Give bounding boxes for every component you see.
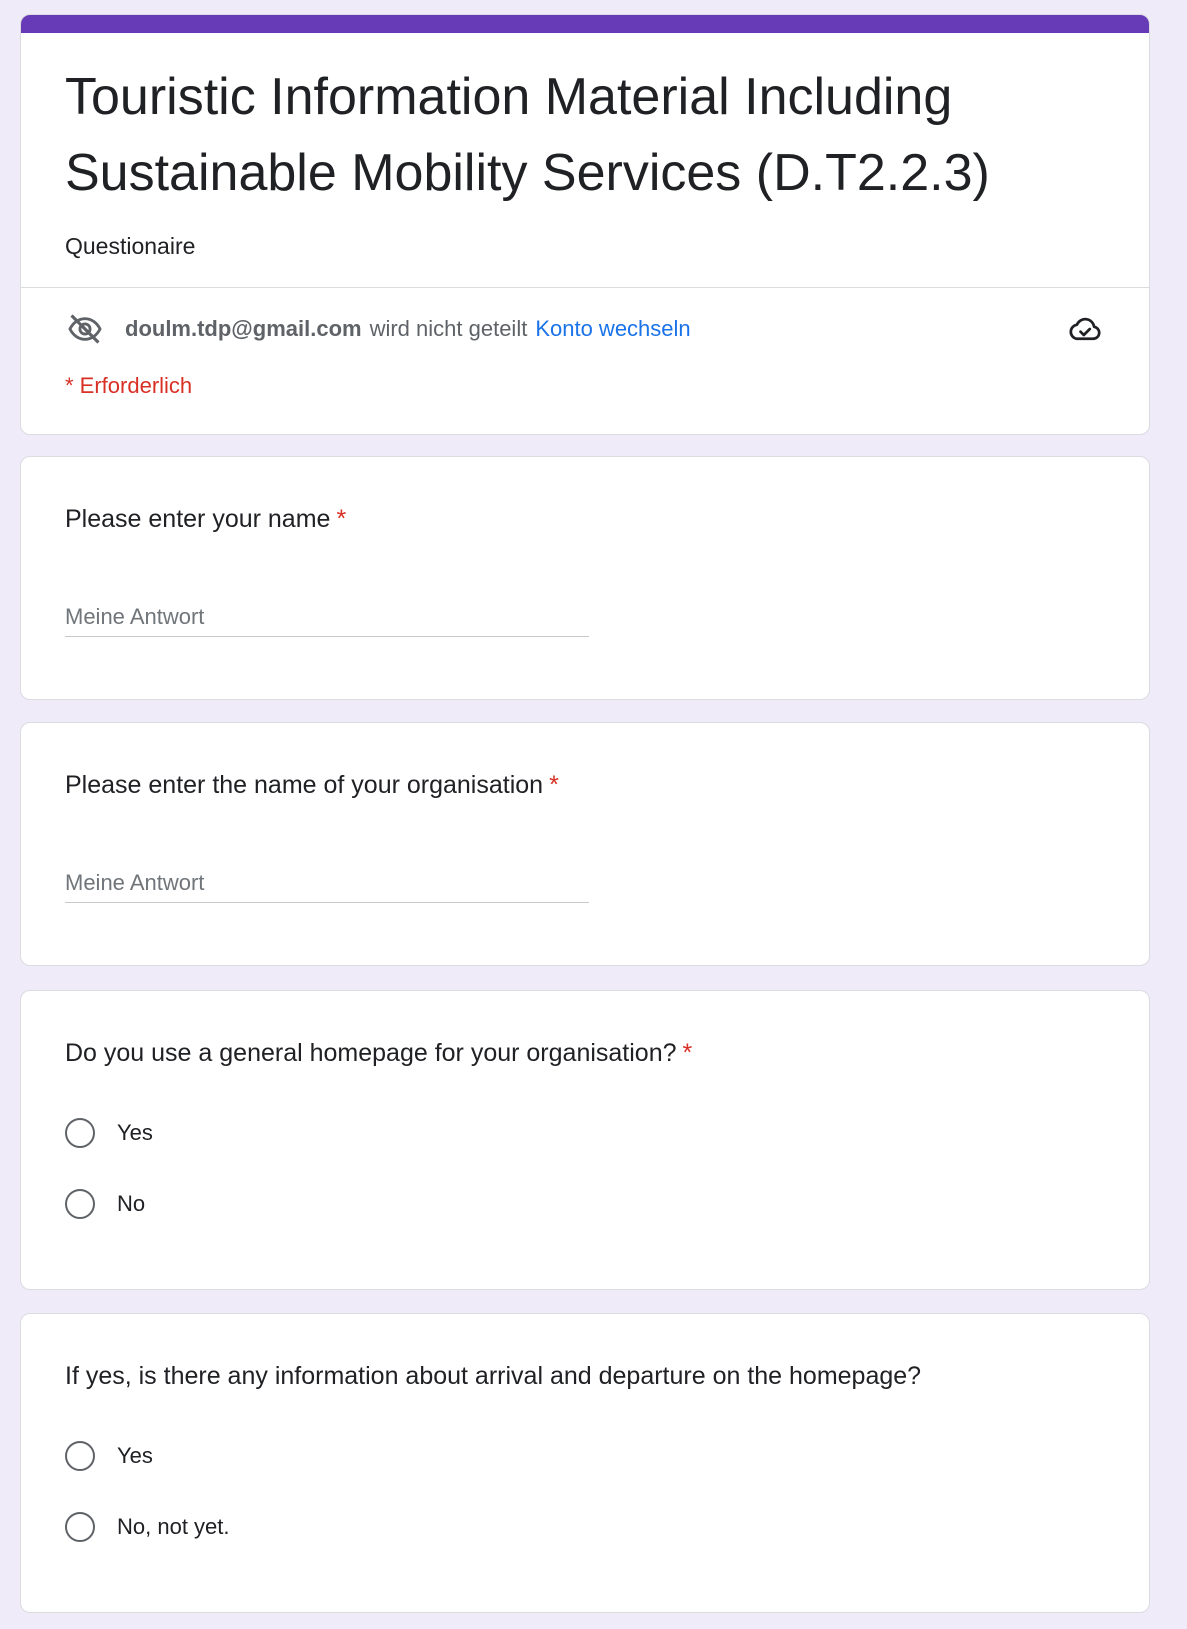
question-card-organisation: Please enter the name of your organisati…	[20, 722, 1150, 966]
account-email: doulm.tdp@gmail.com	[125, 316, 362, 341]
question-title: If yes, is there any information about a…	[65, 1362, 921, 1391]
option-label: Yes	[117, 1120, 153, 1145]
radio-button[interactable]	[65, 1189, 95, 1219]
question-text: Do you use a general homepage for your o…	[65, 1039, 677, 1067]
header-divider	[21, 287, 1149, 288]
form-header-card: Touristic Information Material Including…	[20, 14, 1150, 435]
name-answer-input[interactable]	[65, 597, 589, 637]
radio-button[interactable]	[65, 1441, 95, 1471]
header-accent-bar	[21, 15, 1149, 33]
question-text: If yes, is there any information about a…	[65, 1362, 922, 1390]
question-text: Please enter the name of your organisati…	[65, 771, 544, 799]
question-title: Please enter the name of your organisati…	[65, 771, 559, 800]
required-note: * Erforderlich	[65, 373, 193, 398]
account-row: doulm.tdp@gmail.com wird nicht geteilt K…	[65, 309, 1105, 349]
radio-option-yes[interactable]: Yes	[65, 1436, 153, 1476]
radio-option-no[interactable]: No	[65, 1184, 145, 1224]
switch-account-link[interactable]: Konto wechseln	[535, 316, 690, 342]
option-label: No, not yet.	[117, 1514, 230, 1539]
question-title: Please enter your name *	[65, 505, 346, 534]
eye-off-icon	[65, 309, 105, 349]
organisation-answer-input[interactable]	[65, 863, 589, 903]
radio-option-yes[interactable]: Yes	[65, 1113, 153, 1153]
question-card-homepage: Do you use a general homepage for your o…	[20, 990, 1150, 1290]
question-text: Please enter your name	[65, 505, 331, 533]
question-card-arrival-info: If yes, is there any information about a…	[20, 1313, 1150, 1613]
required-marker: *	[336, 505, 347, 533]
radio-option-no-not-yet[interactable]: No, not yet.	[65, 1507, 230, 1547]
option-label: Yes	[117, 1443, 153, 1468]
required-marker: *	[549, 771, 559, 799]
form-description: Questionaire	[65, 233, 196, 259]
radio-button[interactable]	[65, 1512, 95, 1542]
required-marker: *	[682, 1039, 693, 1067]
cloud-check-icon	[1065, 309, 1105, 349]
question-card-name: Please enter your name *	[20, 456, 1150, 700]
radio-button[interactable]	[65, 1118, 95, 1148]
form-title: Touristic Information Material Including…	[65, 68, 990, 202]
question-title: Do you use a general homepage for your o…	[65, 1039, 692, 1068]
option-label: No	[117, 1191, 146, 1216]
account-sharing-status: wird nicht geteilt	[369, 316, 528, 341]
